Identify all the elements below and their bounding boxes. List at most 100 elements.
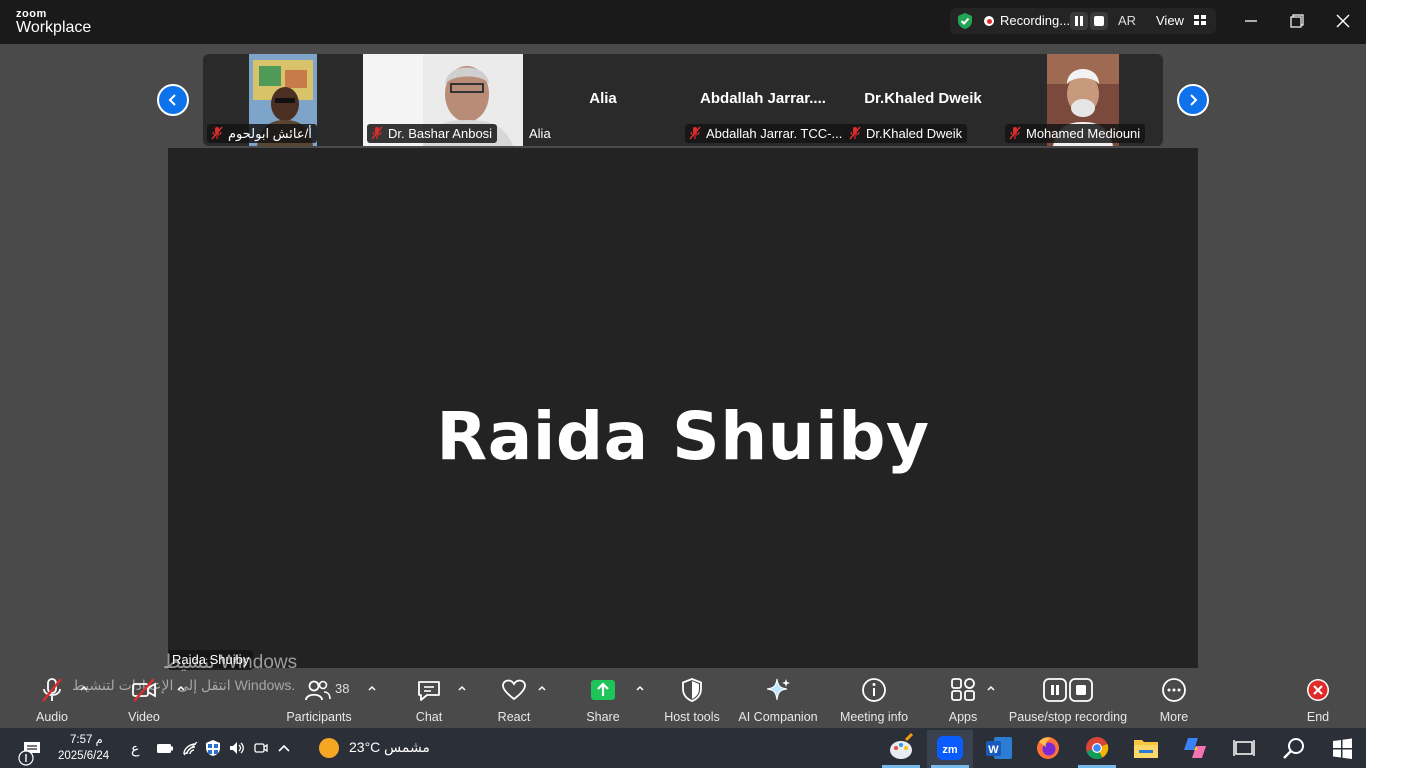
stop-recording-button[interactable] [1090, 12, 1108, 30]
mic-muted-icon [42, 678, 62, 702]
participants-count: 38 [335, 681, 350, 696]
video-button[interactable]: Video [122, 676, 166, 724]
security-shield-icon[interactable] [204, 739, 222, 762]
participant-tile[interactable]: Dr.Khaled Dweik Dr.Khaled Dweik [843, 54, 1003, 146]
info-icon [862, 678, 886, 702]
task-view-icon[interactable] [1221, 730, 1267, 768]
weather-temperature[interactable]: 23°C [349, 739, 380, 755]
mic-muted-icon [211, 126, 223, 140]
notification-badge-icon [18, 750, 34, 768]
participant-name-tag: Abdallah Jarrar. TCC-... [685, 124, 848, 143]
participant-display-name: Abdallah Jarrar.... [700, 90, 826, 107]
taskbar-date[interactable]: 2025/6/24 [58, 750, 109, 762]
minimize-button[interactable] [1237, 9, 1265, 33]
chat-button[interactable]: Chat [409, 676, 449, 724]
recording-indicator: Recording... AR View [950, 8, 1216, 34]
participant-tile[interactable]: أ/عائش ابولحوم [203, 54, 361, 146]
language-indicator[interactable]: AR [1118, 13, 1136, 28]
chevron-right-icon [1190, 94, 1198, 106]
taskbar-app-file-explorer[interactable] [1123, 730, 1169, 768]
participant-name-tag: أ/عائش ابولحوم [207, 124, 317, 143]
share-options-chevron-icon[interactable] [635, 684, 645, 692]
taskbar-app-paint[interactable] [878, 730, 924, 768]
meet-now-icon[interactable] [253, 740, 269, 761]
participants-icon [305, 680, 331, 701]
taskbar-app-word[interactable]: W [976, 730, 1022, 768]
host-tools-button[interactable]: Host tools [663, 676, 721, 724]
chat-icon [418, 681, 440, 701]
heart-icon [502, 679, 526, 701]
apps-icon [951, 678, 975, 701]
taskbar-app-zoom[interactable]: zm [927, 730, 973, 768]
weather-description[interactable]: مشمس [384, 739, 430, 756]
taskbar-app-copilot[interactable] [1172, 730, 1218, 768]
sparkle-icon [766, 678, 790, 701]
share-screen-icon [591, 680, 615, 700]
participant-display-name: Alia [589, 90, 617, 107]
react-button[interactable]: React [492, 676, 536, 724]
apps-button[interactable]: Apps [943, 676, 983, 724]
input-language[interactable]: ع [131, 740, 139, 757]
share-button[interactable]: Share [582, 676, 624, 724]
volume-icon[interactable] [228, 740, 246, 761]
meeting-toolbar: Audio Video Participants 38 Chat React S… [0, 670, 1366, 728]
workplace-logo: Workplace [16, 19, 92, 36]
participant-gallery: أ/عائش ابولحوم Dr. Bashar Anbosi Alia Al… [203, 54, 1163, 146]
taskbar-app-chrome[interactable] [1074, 730, 1120, 768]
end-call-icon [1307, 679, 1329, 701]
shield-icon [682, 678, 702, 702]
svg-text:zm: zm [942, 744, 958, 756]
video-options-chevron-icon[interactable] [176, 684, 186, 692]
svg-text:W: W [988, 744, 999, 756]
audio-button[interactable]: Audio [30, 676, 74, 724]
participant-tile[interactable]: Abdallah Jarrar.... Abdallah Jarrar. TCC… [683, 54, 848, 146]
taskbar-app-firefox[interactable] [1025, 730, 1071, 768]
pause-stop-icon [1043, 678, 1093, 702]
view-grid-icon[interactable] [1194, 15, 1207, 26]
participant-name-tag: Alia [529, 126, 551, 141]
wifi-icon[interactable] [182, 740, 200, 761]
show-hidden-icons-chevron-icon[interactable] [277, 741, 291, 759]
windows-start-icon[interactable] [1319, 730, 1365, 768]
view-button[interactable]: View [1156, 13, 1184, 28]
zoom-window: zoom Workplace Recording... AR View أ/عا… [0, 0, 1366, 728]
gallery-next-button[interactable] [1177, 84, 1209, 116]
mic-muted-icon [1009, 126, 1021, 140]
recording-label: Recording... [1000, 13, 1071, 28]
mic-muted-icon [689, 126, 701, 140]
audio-options-chevron-icon[interactable] [79, 684, 89, 692]
active-speaker-view[interactable]: Raida Shuiby [168, 148, 1198, 668]
end-meeting-button[interactable]: End [1300, 676, 1336, 724]
more-icon [1162, 678, 1186, 702]
recording-dot-icon [984, 16, 994, 26]
sun-weather-icon[interactable] [318, 737, 340, 764]
restore-button[interactable] [1283, 9, 1311, 33]
participant-tile[interactable]: Alia Alia [523, 54, 683, 146]
participant-name-tag: Dr.Khaled Dweik [845, 124, 968, 143]
close-button[interactable] [1329, 9, 1357, 33]
ai-companion-button[interactable]: AI Companion [738, 676, 818, 724]
participants-options-chevron-icon[interactable] [367, 684, 377, 692]
battery-icon[interactable] [156, 741, 174, 760]
chat-options-chevron-icon[interactable] [457, 684, 467, 692]
gallery-prev-button[interactable] [157, 84, 189, 116]
participant-tile[interactable]: Mohamed Mediouni [1003, 54, 1163, 146]
participant-name-tag: Dr. Bashar Anbosi [367, 124, 498, 143]
apps-options-chevron-icon[interactable] [986, 684, 996, 692]
taskbar-time[interactable]: 7:57 م [70, 732, 103, 746]
more-button[interactable]: More [1154, 676, 1194, 724]
encryption-shield-icon[interactable] [956, 12, 974, 30]
camera-off-icon [132, 678, 156, 702]
mic-muted-icon [371, 126, 383, 140]
participant-tile[interactable]: Dr. Bashar Anbosi [363, 54, 523, 146]
meeting-info-button[interactable]: Meeting info [838, 676, 910, 724]
participant-display-name: Dr.Khaled Dweik [864, 90, 982, 107]
mic-muted-icon [849, 126, 861, 140]
react-options-chevron-icon[interactable] [537, 684, 547, 692]
title-bar: zoom Workplace Recording... AR View [0, 0, 1366, 44]
pause-stop-recording-button[interactable]: Pause/stop recording [1008, 676, 1128, 724]
pause-recording-button[interactable] [1070, 12, 1088, 30]
search-icon[interactable] [1270, 730, 1316, 768]
active-speaker-name: Raida Shuiby [436, 398, 930, 475]
chevron-left-icon [168, 94, 176, 106]
